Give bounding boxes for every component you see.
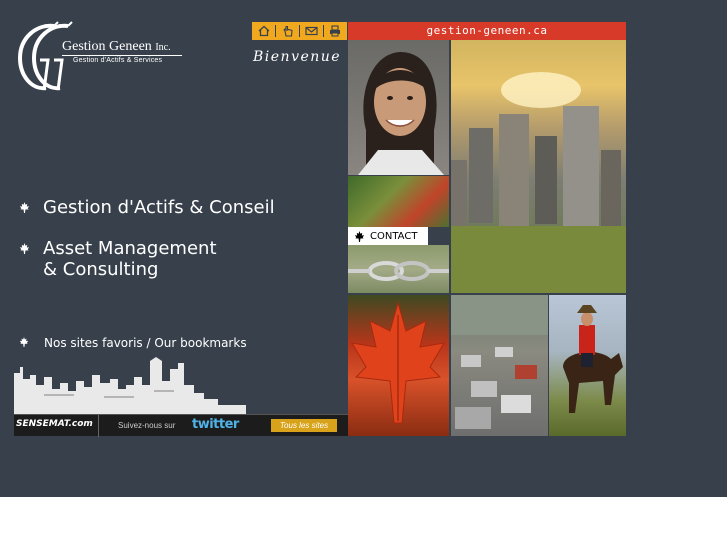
partner-banner[interactable]: SENSEMAT.com Suivez-nous sur twitter Tou… bbox=[14, 414, 348, 437]
menu-label-line1: Asset Management bbox=[43, 238, 217, 259]
photo-garden-rocks bbox=[348, 176, 449, 227]
logo-divider bbox=[62, 55, 182, 56]
toolbar bbox=[252, 22, 347, 40]
sensemat-link[interactable]: SENSEMAT.com bbox=[16, 419, 93, 429]
photo-chain-link bbox=[348, 245, 449, 293]
menu-label: Gestion d'Actifs & Conseil bbox=[43, 197, 275, 218]
toolbar-separator bbox=[322, 25, 324, 37]
menu-item-asset-management[interactable]: Asset Management & Consulting bbox=[19, 238, 217, 280]
maple-leaf-icon bbox=[354, 230, 365, 242]
company-name: Gestion Geneen Inc. bbox=[62, 39, 171, 54]
page-background: Gestion Geneen Inc. Gestion d'Actifs & S… bbox=[0, 0, 727, 497]
company-tagline: Gestion d'Actifs & Services bbox=[73, 57, 163, 64]
home-icon[interactable] bbox=[257, 24, 271, 38]
printer-icon[interactable] bbox=[328, 24, 342, 38]
menu-label-line2: & Consulting bbox=[43, 259, 159, 280]
contact-label: CONTACT bbox=[370, 230, 418, 242]
menu-item-gestion-actifs[interactable]: Gestion d'Actifs & Conseil bbox=[19, 197, 275, 218]
maple-leaf-icon bbox=[19, 243, 30, 254]
banner-divider bbox=[98, 415, 99, 437]
photo-city-traffic bbox=[451, 295, 548, 436]
all-sites-button[interactable]: Tous les sites bbox=[271, 419, 337, 432]
toolbar-separator bbox=[275, 25, 277, 37]
envelope-icon[interactable] bbox=[304, 24, 318, 38]
follow-us-text: Suivez-nous sur bbox=[118, 421, 176, 430]
menu-item-bookmarks[interactable]: Nos sites favoris / Our bookmarks bbox=[19, 336, 247, 350]
toolbar-separator bbox=[298, 25, 300, 37]
photo-rcmp-mountie bbox=[549, 295, 626, 436]
twitter-link[interactable]: twitter bbox=[192, 417, 239, 432]
company-logo[interactable]: Gestion Geneen Inc. Gestion d'Actifs & S… bbox=[14, 20, 189, 95]
photo-maple-leaf bbox=[348, 295, 449, 436]
welcome-text: Bienvenue bbox=[253, 49, 342, 65]
photo-city-skyline bbox=[451, 40, 626, 293]
contact-button[interactable]: CONTACT bbox=[348, 227, 428, 245]
menu-label: Nos sites favoris / Our bookmarks bbox=[44, 336, 247, 350]
maple-leaf-icon bbox=[19, 202, 30, 213]
site-url-banner: gestion-geneen.ca bbox=[348, 22, 626, 40]
maple-leaf-icon bbox=[19, 337, 29, 347]
hand-pointer-icon[interactable] bbox=[281, 24, 295, 38]
photo-smiling-woman bbox=[348, 40, 449, 175]
city-skyline-image[interactable] bbox=[14, 355, 246, 417]
